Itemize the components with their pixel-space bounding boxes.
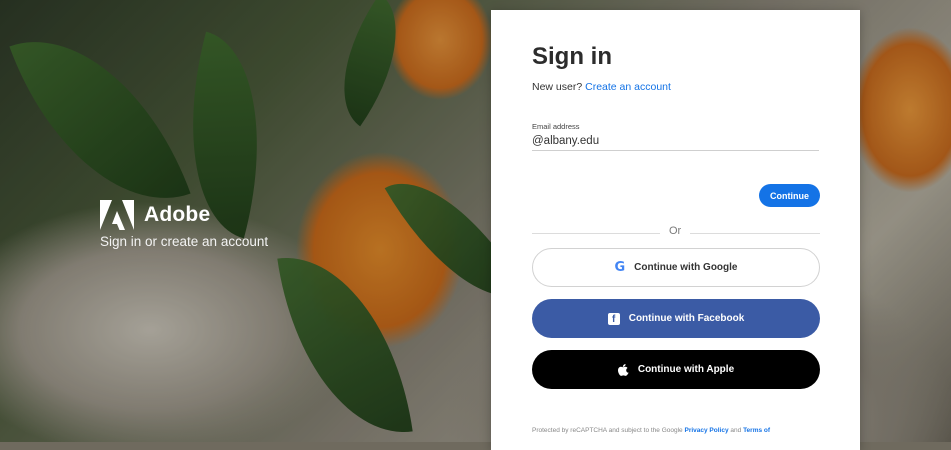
privacy-policy-link[interactable]: Privacy Policy [684,427,728,434]
apple-button-label: Continue with Apple [637,364,735,375]
email-label: Email address [532,122,580,131]
facebook-icon: f [607,312,620,325]
google-icon: G [614,260,626,275]
terms-link[interactable]: Terms of [743,427,770,434]
create-account-link[interactable]: Create an account [585,81,671,93]
recaptcha-and: and [730,427,742,434]
apple-icon [617,363,629,376]
brand-tagline: Sign in or create an account [100,234,269,249]
page-title: Sign in [532,43,612,70]
signin-card: Sign in New user? Create an account Emai… [491,10,860,450]
email-field[interactable] [532,132,819,151]
brand-name: Adobe [144,203,211,226]
or-divider-label: Or [669,225,682,237]
adobe-logo-icon [100,200,134,230]
facebook-button-label: Continue with Facebook [628,313,745,324]
recaptcha-notice: Protected by reCAPTCHA and subject to th… [532,426,822,436]
continue-with-facebook-button[interactable]: f Continue with Facebook [532,299,820,338]
continue-with-google-button[interactable]: G Continue with Google [532,248,820,287]
divider-right [690,233,820,234]
recaptcha-text: Protected by reCAPTCHA and subject to th… [532,427,683,434]
divider-left [532,233,660,234]
new-user-row: New user? Create an account [532,81,671,93]
continue-button[interactable]: Continue [759,184,820,207]
google-button-label: Continue with Google [634,262,738,273]
new-user-prompt: New user? [532,81,583,93]
brand-block: Adobe Sign in or create an account [100,200,268,249]
continue-with-apple-button[interactable]: Continue with Apple [532,350,820,389]
